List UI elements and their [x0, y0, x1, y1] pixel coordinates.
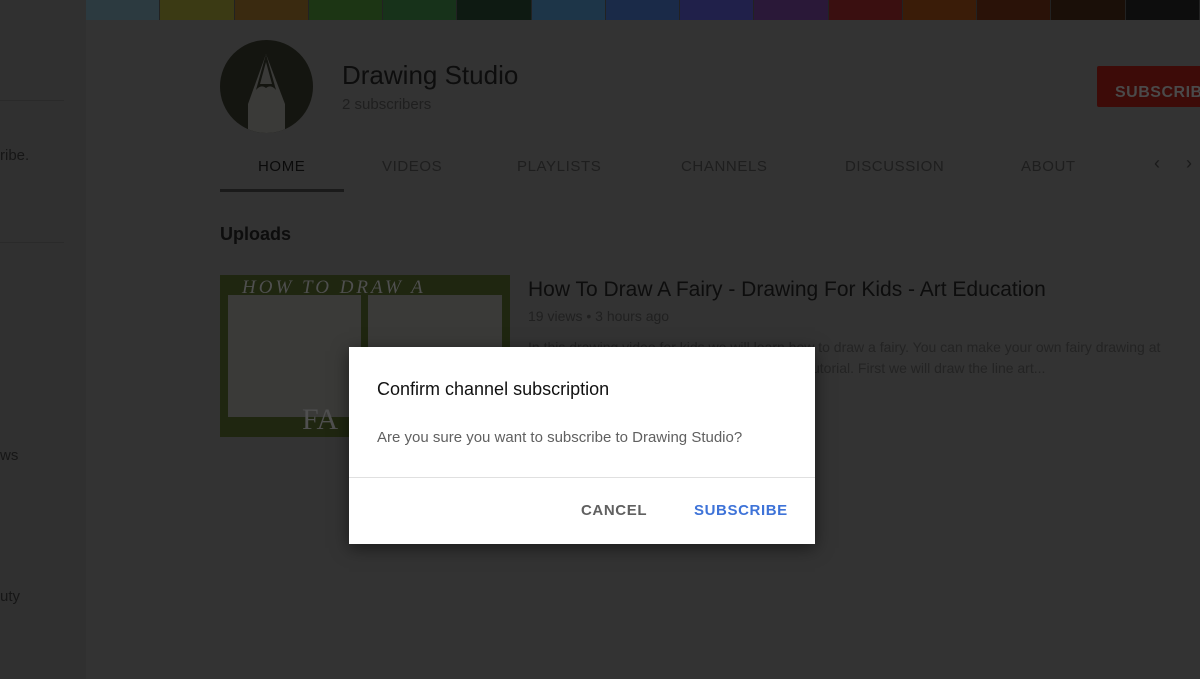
banner-pencil	[977, 0, 1052, 20]
subscriber-count: 2 subscribers	[342, 96, 432, 113]
thumb-panel	[228, 295, 361, 417]
banner-pencil	[531, 0, 606, 20]
chevron-left-icon[interactable]: ‹	[1154, 153, 1160, 174]
channel-name: Drawing Studio	[342, 60, 519, 90]
tab-discussion[interactable]: DISCUSSION	[845, 158, 944, 175]
divider	[0, 100, 64, 101]
banner-pencil	[457, 0, 532, 20]
tab-about[interactable]: ABOUT	[1021, 158, 1076, 175]
banner-pencil	[308, 0, 384, 20]
pencil-logo-icon	[248, 54, 285, 133]
confirm-subscribe-button[interactable]: SUBSCRIBE	[694, 502, 788, 519]
banner-pencil	[1051, 0, 1126, 20]
sidebar-text: ribe.	[0, 147, 30, 164]
video-title[interactable]: How To Draw A Fairy - Drawing For Kids -…	[528, 278, 1046, 302]
sidebar-item[interactable]: ws	[0, 447, 18, 464]
dialog-message: Are you sure you want to subscribe to Dr…	[377, 429, 743, 446]
channel-banner	[86, 0, 1200, 20]
divider	[349, 477, 815, 478]
banner-pencil	[160, 0, 235, 20]
banner-pencil	[680, 0, 755, 20]
banner-pencil	[1125, 0, 1200, 20]
divider	[0, 242, 64, 243]
thumbnail-text: FA	[302, 403, 339, 436]
section-heading: Uploads	[220, 224, 292, 244]
thumbnail-text: HOW TO DRAW A	[242, 277, 426, 298]
banner-pencil	[605, 0, 681, 20]
cancel-button[interactable]: CANCEL	[581, 502, 647, 519]
banner-pencil	[828, 0, 903, 20]
subscribe-button[interactable]: SUBSCRIBE	[1097, 66, 1200, 107]
banner-pencil	[86, 0, 161, 20]
tab-playlists[interactable]: PLAYLISTS	[517, 158, 601, 175]
sidebar-item[interactable]: uty	[0, 588, 20, 605]
tab-home[interactable]: HOME	[258, 158, 305, 175]
banner-pencil	[234, 0, 309, 20]
video-meta: 19 views • 3 hours ago	[528, 308, 670, 324]
tab-videos[interactable]: VIDEOS	[382, 158, 442, 175]
dialog-title: Confirm channel subscription	[377, 379, 610, 399]
confirm-subscription-dialog: Confirm channel subscription Are you sur…	[349, 347, 815, 544]
active-tab-indicator	[220, 189, 344, 192]
sidebar: ribe. ws uty	[0, 0, 86, 679]
banner-pencil	[754, 0, 829, 20]
tab-channels[interactable]: CHANNELS	[681, 158, 768, 175]
chevron-right-icon[interactable]: ›	[1186, 153, 1192, 174]
channel-avatar[interactable]	[220, 40, 313, 133]
banner-pencil	[902, 0, 978, 20]
video-description-line2: utorial. First we will draw the line art…	[812, 360, 1046, 376]
banner-pencil	[383, 0, 458, 20]
